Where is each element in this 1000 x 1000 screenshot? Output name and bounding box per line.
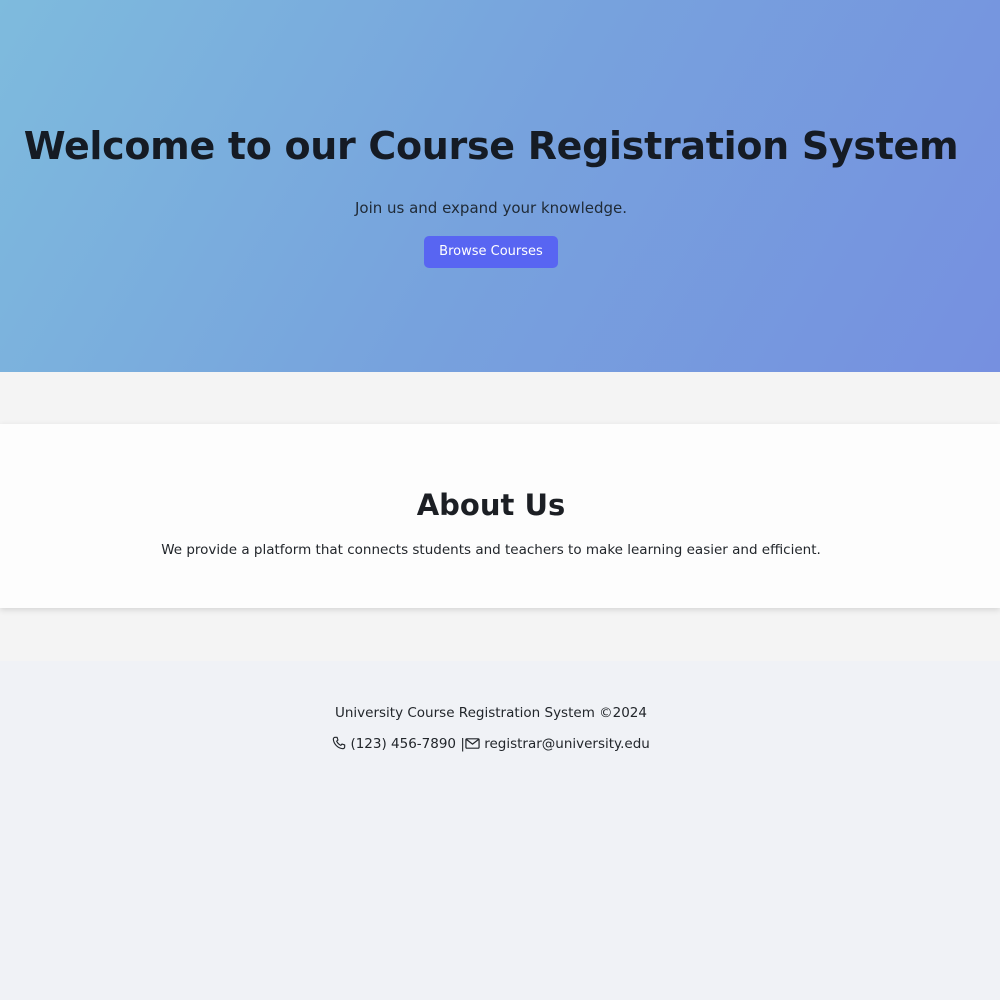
hero-title: Welcome to our Course Registration Syste… <box>23 124 959 168</box>
footer-contact: (123) 456-7890 | registrar@university.ed… <box>0 733 982 755</box>
mail-icon <box>465 738 480 749</box>
phone-link[interactable]: (123) 456-7890 <box>350 736 456 752</box>
hero-subtitle: Join us and expand your knowledge. <box>354 199 628 217</box>
phone-icon <box>332 736 346 750</box>
browse-courses-button[interactable]: Browse Courses <box>424 236 558 268</box>
about-description: We provide a platform that connects stud… <box>161 542 821 558</box>
footer: University Course Registration System ©2… <box>0 661 1000 1000</box>
footer-copyright: University Course Registration System ©2… <box>334 705 647 721</box>
about-title: About Us <box>416 488 566 522</box>
about-section: About Us We provide a platform that conn… <box>0 424 1000 608</box>
hero-section: Welcome to our Course Registration Syste… <box>0 0 1000 372</box>
email-link[interactable]: registrar@university.edu <box>484 736 650 752</box>
